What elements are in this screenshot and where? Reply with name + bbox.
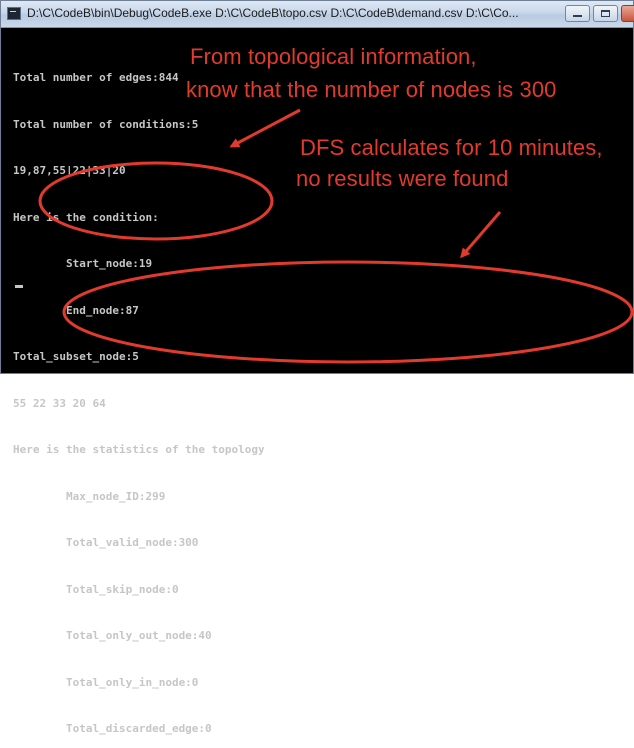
topology-annotation-line2: know that the number of nodes is 300 <box>186 77 557 102</box>
title-bar[interactable]: D:\C\CodeB\bin\Debug\CodeB.exe D:\C\Code… <box>1 1 634 28</box>
topology-annotation-line1: From topological information, <box>190 44 477 69</box>
dfs-annotation-line2: no results were found <box>296 166 509 191</box>
text-cursor <box>15 285 23 288</box>
console-line: Total_only_in_node:0 <box>13 675 199 689</box>
console-line: Total number of conditions:5 <box>13 117 199 131</box>
maximize-button[interactable] <box>593 5 618 22</box>
console-line: Total_skip_node:0 <box>13 582 179 596</box>
console-line: Total_subset_node:5 <box>13 350 139 363</box>
console-line: Here is the condition: <box>13 210 159 224</box>
console-line: Max_node_ID:299 <box>13 489 166 503</box>
console-line: Start_node:19 <box>13 257 153 270</box>
console-line: 55 22 33 20 64 <box>13 396 106 410</box>
maximize-icon <box>601 10 610 17</box>
minimize-button[interactable] <box>565 5 590 22</box>
minimize-icon <box>573 15 582 17</box>
dfs-annotation-line1: DFS calculates for 10 minutes, <box>300 135 603 160</box>
console-app-icon <box>7 7 21 20</box>
console-line: Total_valid_node:300 <box>13 536 199 549</box>
console-line: Total_discarded_edge:0 <box>13 722 212 735</box>
console-line: End_node:87 <box>13 303 139 317</box>
close-button[interactable] <box>621 5 634 22</box>
window-title: D:\C\CodeB\bin\Debug\CodeB.exe D:\C\Code… <box>27 6 519 20</box>
console-line: Total_only_out_node:40 <box>13 629 212 642</box>
console-line: Here is the statistics of the topology <box>13 443 265 456</box>
